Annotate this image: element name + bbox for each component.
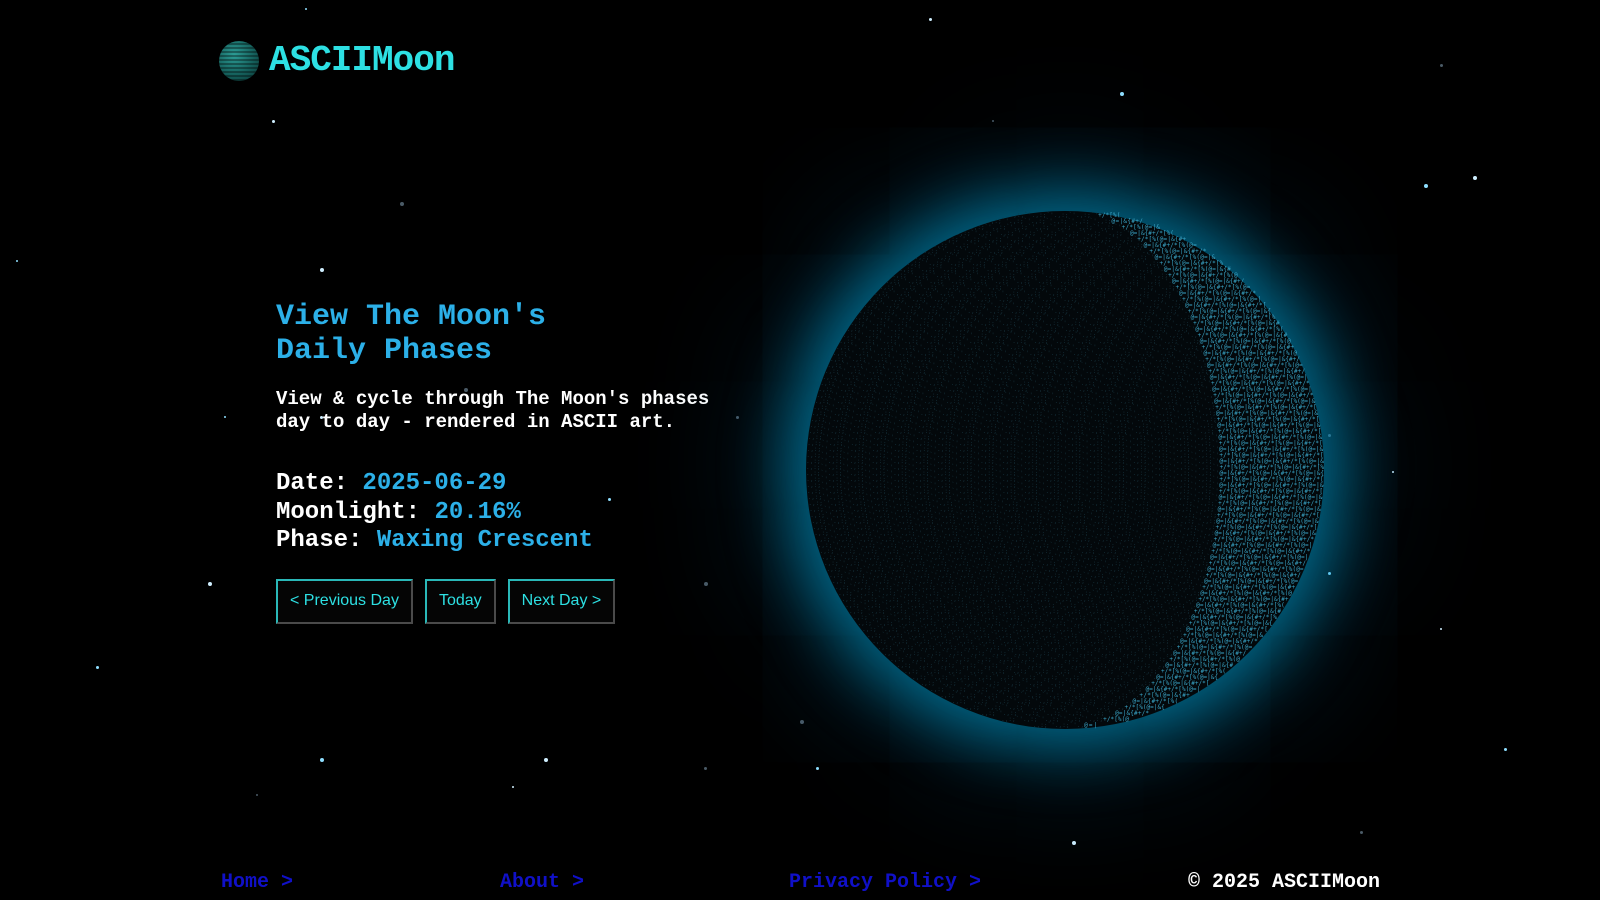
star [256,794,258,796]
footer-privacy-link[interactable]: Privacy Policy > [789,871,981,894]
moonlight-row: Moonlight: 20.16% [276,499,756,528]
star [816,767,819,770]
star [1440,64,1443,67]
footer-about-link[interactable]: About > [500,871,584,894]
star [16,260,18,262]
star [1473,176,1477,180]
previous-day-button[interactable]: < Previous Day [276,578,413,624]
today-button[interactable]: Today [424,578,496,624]
star [400,202,404,206]
moon-lit-row: +/*[%(@ [1103,716,1129,723]
moon-dark-row: .,:;`'.,:;`'., [1033,722,1084,729]
brand-name: ASCIIMoon [269,40,455,81]
footer-home-link[interactable]: Home > [221,871,293,894]
hero-subtitle: View & cycle through The Moon's phases d… [276,388,710,433]
footer-copyright: © 2025 ASCIIMoon [1188,871,1381,894]
moon-globe-icon [219,40,259,81]
brand[interactable]: ASCIIMoon [219,40,455,81]
star [224,416,226,418]
star [320,268,324,272]
moon-lit-row: @=| [1084,722,1097,729]
star [1504,748,1507,751]
date-label: Date: [276,470,349,497]
star [704,767,707,770]
star [272,120,275,123]
star [208,582,212,586]
hero-title: View The Moon's Daily Phases [276,300,547,368]
star [305,8,307,10]
moonlight-value: 20.16% [434,498,521,526]
page: ASCIIMoon View The Moon's Daily Phases V… [0,0,1600,900]
star [1328,434,1331,437]
star [544,758,548,762]
star [512,786,514,788]
ascii-moon: .,:;`'.,:;`'.,:;`'.,:;`' +/*[%(.,:;`'.,:;… [806,212,1324,729]
star [1072,841,1076,845]
star [929,18,932,21]
star [1328,572,1331,575]
moonlight-label: Moonlight: [276,498,421,526]
star [800,720,804,724]
hero: View The Moon's Daily Phases View & cycl… [276,300,756,624]
moon-stats: Date: 2025-06-29 Moonlight: 20.16% Phase… [276,470,756,556]
star [1424,184,1428,188]
day-navigation: < Previous Day Today Next Day > [276,578,756,624]
phase-label: Phase: [276,527,363,554]
star [1360,831,1363,834]
next-day-button[interactable]: Next Day > [507,578,616,624]
phase-row: Phase: Waxing Crescent [276,527,756,556]
star [992,120,994,122]
phase-value: Waxing Crescent [376,527,593,554]
star [96,666,99,669]
star [320,758,324,762]
starfield-background [0,0,1600,900]
star [1120,92,1124,96]
date-row: Date: 2025-06-29 [276,470,756,499]
date-value: 2025-06-29 [362,470,507,497]
star [1392,471,1394,473]
star [1440,628,1442,630]
